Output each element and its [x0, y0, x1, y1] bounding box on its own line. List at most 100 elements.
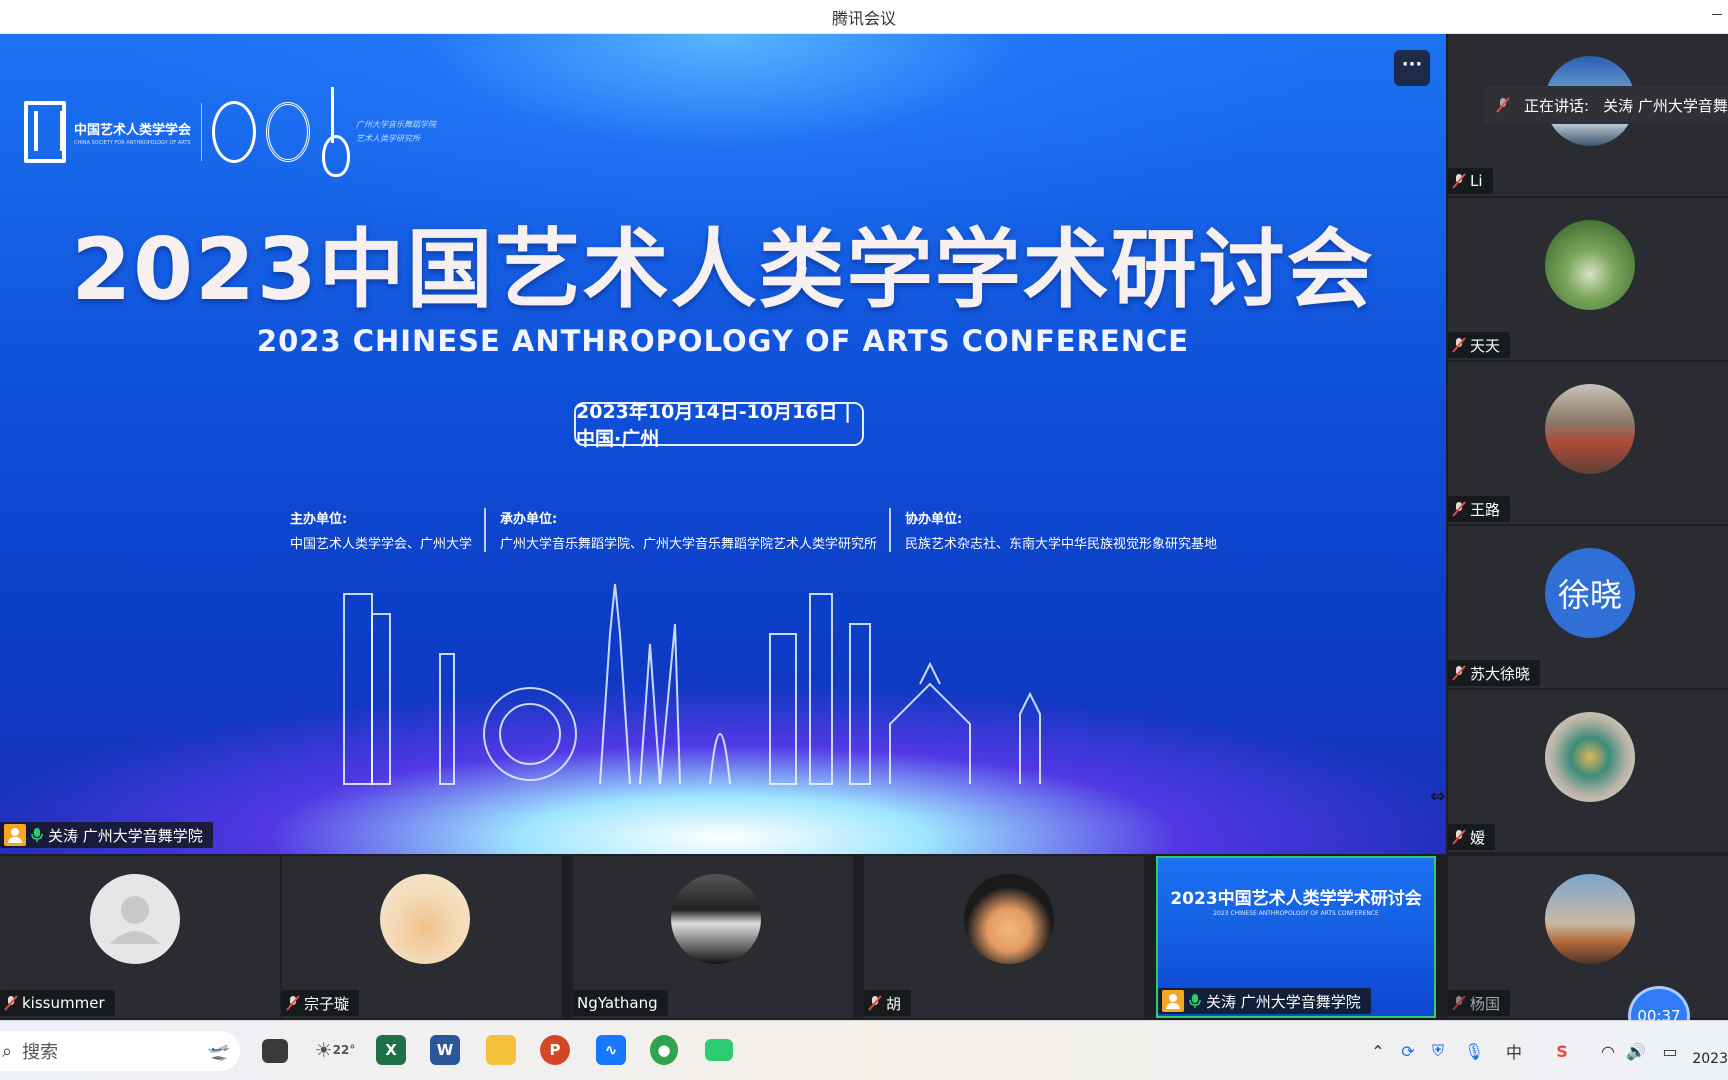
clock-date[interactable]: 2023: [1692, 1051, 1728, 1067]
speaking-indicator: 正在讲话: 关涛 广州大学音舞学院: [1484, 86, 1728, 124]
weather-widget[interactable]: ☀ 22°: [315, 1035, 356, 1065]
participant-name: 胡: [886, 994, 902, 1013]
organizer-host: 主办单位: 中国艺术人类学学会、广州大学: [290, 508, 487, 552]
university-seal-icon: [212, 101, 257, 163]
organizer-body: 广州大学音乐舞蹈学院、广州大学音乐舞蹈学院艺术人类学研究所: [500, 537, 878, 552]
organizer-body: 中国艺术人类学学会、广州大学: [290, 537, 473, 552]
participant-name-tag: 王路: [1448, 496, 1511, 522]
folder-icon[interactable]: [486, 1035, 516, 1065]
microphone-active-icon: [1188, 993, 1202, 1009]
logo-divider: [201, 103, 203, 161]
microphone-muted-icon: [4, 995, 18, 1011]
thumbnail-title: 2023中国艺术人类学学术研讨会: [1170, 889, 1422, 909]
conference-english-title: 2023 CHINESE ANTHROPOLOGY OF ARTS CONFER…: [256, 324, 1190, 358]
ime-zh-icon[interactable]: 中: [1504, 1041, 1524, 1062]
participant-avatar: [1545, 220, 1635, 310]
host-icon: [4, 824, 26, 846]
participant-name-tag: 嫒: [1448, 824, 1496, 850]
microphone-muted-icon: [1452, 829, 1466, 845]
participant-name-tag: kissummer: [0, 990, 115, 1016]
society-logo-mark: [24, 101, 66, 163]
sogou-icon[interactable]: S: [1552, 1041, 1572, 1061]
minimize-button[interactable]: [1710, 4, 1724, 18]
chevron-up-icon[interactable]: ⌃: [1368, 1041, 1388, 1061]
society-logo-subtitle: CHINA SOCIETY FOR ANTHROPOLOGY OF ARTS: [74, 139, 191, 146]
participant-name-tag: 宗子璇: [282, 990, 360, 1016]
participant-name-tag: 天天: [1448, 332, 1511, 358]
shared-screen[interactable]: ··· 中国艺术人类学学会 CHINA SOCIETY FOR ANTHROPO…: [0, 34, 1446, 854]
participant-name-tag: 杨国: [1448, 990, 1511, 1016]
shield-icon[interactable]: ⛨: [1428, 1041, 1448, 1061]
search-highlight-icon: 🛫: [207, 1040, 230, 1062]
participant-name: kissummer: [22, 994, 105, 1012]
task-view-icon[interactable]: [262, 1039, 288, 1063]
powerpoint-icon[interactable]: P: [540, 1035, 570, 1065]
organizer-heading: 承办单位:: [500, 512, 558, 527]
participant-tile[interactable]: 嫒: [1448, 690, 1728, 852]
participant-name-tag: NgYathang: [573, 990, 668, 1016]
participant-avatar: [1545, 712, 1635, 802]
wifi-icon[interactable]: ◠: [1598, 1041, 1618, 1061]
more-options-button[interactable]: ···: [1394, 50, 1430, 86]
participant-name: 杨国: [1470, 994, 1501, 1013]
organizer-undertaker: 承办单位: 广州大学音乐舞蹈学院、广州大学音乐舞蹈学院艺术人类学研究所: [500, 508, 892, 552]
participant-name: 天天: [1470, 336, 1501, 355]
default-avatar-icon: [90, 874, 180, 964]
participant-tile[interactable]: 天天: [1448, 198, 1728, 360]
memoji-avatar: [964, 874, 1054, 964]
microphone-muted-icon: [1452, 337, 1466, 353]
organizers: 主办单位: 中国艺术人类学学会、广州大学 承办单位: 广州大学音乐舞蹈学院、广州…: [290, 508, 1217, 552]
wechat-icon[interactable]: ●: [650, 1035, 678, 1065]
photos-icon[interactable]: ∿: [596, 1035, 626, 1065]
title-bar: 腾讯会议: [0, 0, 1728, 34]
participant-tile[interactable]: 宗子璇: [282, 856, 562, 1018]
city-skyline-illustration: [343, 583, 1041, 785]
microphone-muted-icon: [1452, 995, 1466, 1011]
weather-sun-icon: ☀: [314, 1038, 333, 1062]
participant-tile[interactable]: 徐晓 苏大徐晓: [1448, 526, 1728, 688]
word-icon[interactable]: W: [430, 1035, 460, 1065]
tencent-meeting-window: 腾讯会议 ··· 中国艺术人类学学会 CHINA SOCIETY FOR ANT…: [0, 0, 1728, 1080]
weather-temp: 22°: [332, 1043, 356, 1057]
participant-avatar-text: 徐晓: [1545, 548, 1635, 638]
participant-name: 宗子璇: [304, 994, 350, 1013]
organizer-co-host: 协办单位: 民族艺术杂志社、东南大学中华民族视觉形象研究基地: [905, 508, 1229, 552]
speaking-name: 关涛 广州大学音舞学院: [1603, 96, 1728, 115]
participant-tile[interactable]: 杨国: [1448, 856, 1728, 1018]
society-logo: 中国艺术人类学学会 CHINA SOCIETY FOR ANTHROPOLOGY…: [24, 101, 191, 163]
organizer-heading: 主办单位:: [290, 512, 348, 527]
presenter-name-tag: 关涛 广州大学音舞学院: [0, 822, 213, 848]
battery-icon[interactable]: ▭: [1660, 1041, 1680, 1061]
participant-tile[interactable]: 王路: [1448, 362, 1728, 524]
participant-tile[interactable]: kissummer: [0, 856, 280, 1018]
microphone-muted-icon: [868, 995, 882, 1011]
calligraphy-text: 广州大学音乐舞蹈学院 艺术人类学研究所: [356, 120, 437, 143]
cartoon-avatar: [380, 874, 470, 964]
tencent-meeting-icon[interactable]: [705, 1039, 733, 1061]
organizer-logos: 中国艺术人类学学会 CHINA SOCIETY FOR ANTHROPOLOGY…: [24, 82, 446, 182]
participant-name-tag: 胡: [864, 990, 912, 1016]
resize-cursor-icon: ⇔: [1430, 786, 1446, 807]
microphone-muted-icon: [1452, 501, 1466, 517]
taskbar-search[interactable]: ⌕ 搜索 🛫: [0, 1031, 240, 1071]
screen-share-thumbnail[interactable]: 2023中国艺术人类学学术研讨会 2023 CHINESE ANTHROPOLO…: [1156, 856, 1436, 1018]
microphone-active-icon: [30, 827, 44, 843]
excel-icon[interactable]: X: [376, 1035, 406, 1065]
participant-name: Li: [1470, 172, 1483, 190]
organizer-body: 民族艺术杂志社、东南大学中华民族视觉形象研究基地: [905, 537, 1218, 552]
participant-tile[interactable]: 胡: [864, 856, 1144, 1018]
participant-avatar: [1545, 874, 1635, 964]
participant-name: NgYathang: [577, 994, 658, 1012]
participant-name-tag: 苏大徐晓: [1448, 660, 1541, 686]
volume-icon[interactable]: 🔊: [1626, 1041, 1646, 1061]
presenter-name: 关涛 广州大学音舞学院: [48, 826, 203, 845]
conference-date: 2023年10月14日-10月16日 | 中国·广州: [574, 401, 864, 450]
sync-icon[interactable]: ⟳: [1398, 1041, 1418, 1061]
participant-name-tag: Li: [1448, 168, 1493, 194]
thumbnail-english-title: 2023 CHINESE ANTHROPOLOGY OF ARTS CONFER…: [1213, 910, 1379, 917]
microphone-muted-icon: [286, 995, 300, 1011]
conference-title: 2023中国艺术人类学学术研讨会: [71, 220, 1375, 320]
microphone-icon[interactable]: 🎙: [1464, 1041, 1484, 1061]
participant-tile[interactable]: NgYathang: [573, 856, 853, 1018]
organizer-heading: 协办单位:: [905, 512, 963, 527]
